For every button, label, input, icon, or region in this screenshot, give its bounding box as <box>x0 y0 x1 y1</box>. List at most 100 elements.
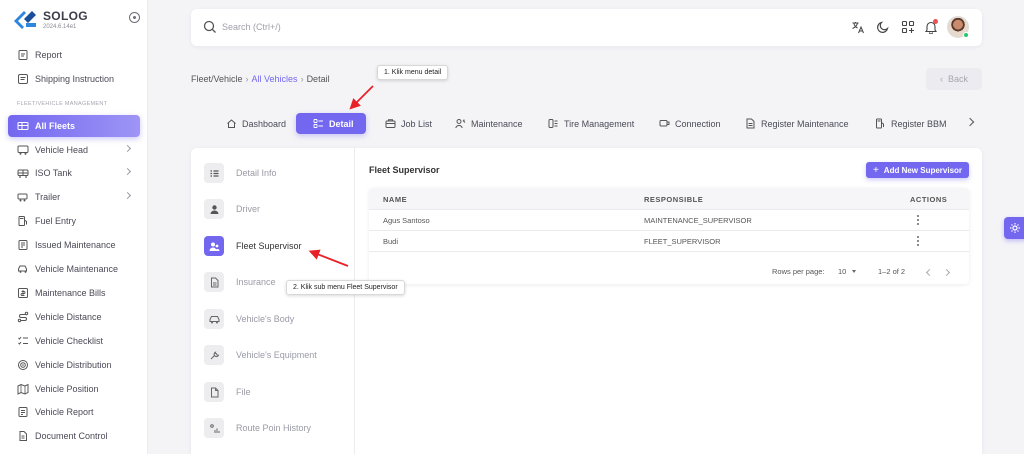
chevron-right-icon <box>123 144 132 153</box>
column-header-name[interactable]: NAME <box>383 195 407 204</box>
sub-menu-file[interactable]: File <box>204 382 251 402</box>
moon-icon[interactable] <box>876 20 890 34</box>
sidebar-item-label: Issued Maintenance <box>35 240 116 250</box>
list-details-icon <box>313 119 323 128</box>
sub-menu-insurance[interactable]: Insurance <box>204 272 276 292</box>
cell-name: Budi <box>383 237 399 246</box>
sub-menu-label: Vehicle's Equipment <box>236 350 317 360</box>
solog-logo-icon <box>14 11 36 29</box>
previous-page-icon[interactable] <box>925 268 934 277</box>
translate-icon[interactable] <box>851 20 865 34</box>
back-button-label: Back <box>947 74 968 84</box>
sidebar-section-label: FLEET/VEHICLE MANAGEMENT <box>17 101 108 107</box>
tab-tire-management[interactable]: Tire Management <box>548 113 634 134</box>
sidebar-item-vehicle-maintenance[interactable]: Vehicle Maintenance <box>8 258 140 280</box>
table-pagination: Rows per page: 10 1–2 of 2 <box>369 253 969 284</box>
breadcrumb-separator: › <box>300 74 304 84</box>
tab-dashboard[interactable]: Dashboard <box>226 113 286 134</box>
tab-label: Connection <box>675 118 721 129</box>
sidebar-item-trailer[interactable]: Trailer <box>8 186 140 208</box>
settings-gear-icon[interactable] <box>1004 217 1024 239</box>
table-header: NAME RESPONSIBLE ACTIONS <box>369 188 969 210</box>
sub-menu-vehicles-equipment[interactable]: Vehicle's Equipment <box>204 345 317 365</box>
tab-label: Dashboard <box>242 118 287 129</box>
rows-per-page-select[interactable]: 10 <box>838 267 846 276</box>
sub-menu-label: Detail Info <box>236 168 277 178</box>
tab-register-bbm[interactable]: Register BBM <box>875 113 947 134</box>
sidebar-item-label: Document Control <box>35 431 108 441</box>
brand[interactable]: SOLOG 2024.6.14e1 <box>12 8 142 36</box>
file-icon <box>204 382 224 402</box>
wrench-icon <box>204 345 224 365</box>
table-row[interactable]: Agus Santoso MAINTENANCE_SUPERVISOR <box>369 210 969 231</box>
sidebar-item-vehicle-distribution[interactable]: Vehicle Distribution <box>8 354 140 376</box>
tab-maintenance[interactable]: Maintenance <box>455 113 523 134</box>
sidebar-item-vehicle-distance[interactable]: Vehicle Distance <box>8 306 140 328</box>
sub-menu-detail-info[interactable]: Detail Info <box>204 163 277 183</box>
sub-menu-route-poin-history[interactable]: Route Poin History <box>204 418 311 438</box>
back-button[interactable]: ‹ Back <box>926 68 982 90</box>
sidebar-item-iso-tank[interactable]: ISO Tank <box>8 162 140 184</box>
sub-menu-fleet-supervisor[interactable]: Fleet Supervisor <box>204 236 302 256</box>
target-icon <box>18 360 28 370</box>
sub-menu-label: Driver <box>236 204 260 214</box>
sub-menu-vehicles-body[interactable]: Vehicle's Body <box>204 309 294 329</box>
caret-down-icon[interactable] <box>852 270 856 273</box>
rows-per-page-label: Rows per page: <box>772 267 825 276</box>
tab-label: Job List <box>401 118 433 129</box>
sidebar-collapse-icon[interactable] <box>129 12 140 23</box>
shortcuts-icon[interactable] <box>901 20 915 34</box>
message-icon <box>18 74 28 84</box>
breadcrumb-root[interactable]: Fleet/Vehicle <box>191 74 243 84</box>
sidebar-item-all-fleets[interactable]: All Fleets <box>8 115 140 137</box>
cell-name: Agus Santoso <box>383 216 430 225</box>
next-page-icon[interactable] <box>942 268 951 277</box>
truck-icon <box>17 145 29 155</box>
chevron-left-icon: ‹ <box>939 74 943 84</box>
tab-label: Register Maintenance <box>761 118 849 129</box>
sidebar-item-vehicle-head[interactable]: Vehicle Head <box>8 139 140 161</box>
breadcrumb: Fleet/Vehicle › All Vehicles › Detail <box>191 74 330 84</box>
sidebar-item-vehicle-checklist[interactable]: Vehicle Checklist <box>8 330 140 352</box>
sidebar-item-label: Vehicle Distance <box>35 312 102 322</box>
document-icon <box>18 407 28 417</box>
more-vertical-icon[interactable] <box>917 215 920 226</box>
chevron-right-icon[interactable] <box>965 117 975 127</box>
sidebar-item-label: Vehicle Report <box>35 407 94 417</box>
column-header-actions: ACTIONS <box>910 195 948 204</box>
sidebar-item-vehicle-report[interactable]: Vehicle Report <box>8 401 140 423</box>
breadcrumb-all-vehicles[interactable]: All Vehicles <box>252 74 298 84</box>
add-button-label: Add New Supervisor <box>883 165 963 175</box>
more-vertical-icon[interactable] <box>917 236 920 247</box>
user-icon <box>204 199 224 219</box>
pagination-range: 1–2 of 2 <box>878 267 906 276</box>
sidebar-item-shipping-instruction[interactable]: Shipping Instruction <box>8 68 140 90</box>
sidebar-item-maintenance-bills[interactable]: Maintenance Bills <box>8 282 140 304</box>
sub-menu-label: Route Poin History <box>236 423 312 433</box>
table-row[interactable]: Budi FLEET_SUPERVISOR <box>369 231 969 252</box>
bill-icon <box>18 288 28 298</box>
column-header-responsible[interactable]: RESPONSIBLE <box>644 195 703 204</box>
file-icon <box>19 431 27 441</box>
sidebar-item-label: Maintenance Bills <box>35 288 106 298</box>
sidebar-item-document-control[interactable]: Document Control <box>8 425 140 447</box>
map-icon <box>17 383 29 395</box>
search-input[interactable] <box>222 19 522 35</box>
user-tool-icon <box>455 119 466 129</box>
sidebar-item-issued-maintenance[interactable]: Issued Maintenance <box>8 234 140 256</box>
add-new-supervisor-button[interactable]: + Add New Supervisor <box>866 162 969 178</box>
sidebar-item-fuel-entry[interactable]: Fuel Entry <box>8 210 140 232</box>
sub-menu-label: Vehicle's Body <box>236 314 295 324</box>
sidebar-item-vehicle-position[interactable]: Vehicle Position <box>8 378 140 400</box>
search-icon[interactable] <box>203 20 217 34</box>
notification-dot <box>933 19 938 24</box>
sidebar-item-label: Fuel Entry <box>35 216 77 226</box>
tab-register-maintenance[interactable]: Register Maintenance <box>745 113 849 134</box>
tab-detail[interactable]: Detail <box>296 113 366 134</box>
tab-job-list[interactable]: Job List <box>385 113 432 134</box>
sub-menu-driver[interactable]: Driver <box>204 199 260 219</box>
car-wrench-icon <box>18 265 27 273</box>
tab-connection[interactable]: Connection <box>659 113 721 134</box>
sidebar-item-report[interactable]: Report <box>8 44 140 66</box>
sidebar-item-label: Vehicle Head <box>35 145 89 155</box>
